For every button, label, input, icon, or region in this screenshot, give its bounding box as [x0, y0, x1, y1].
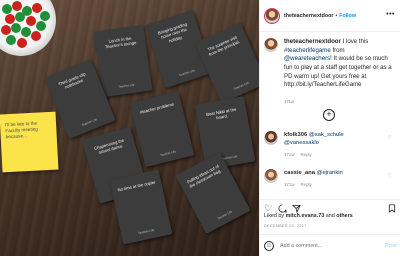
instagram-post: Lunch in the Teacher's lounge Teacher Li… — [0, 0, 400, 256]
candy — [6, 35, 16, 45]
caption-hashtag[interactable]: #teacherlifegame — [284, 47, 331, 54]
comment-mention[interactable]: @ejrankin — [317, 170, 343, 176]
candy — [1, 25, 11, 35]
avatar[interactable] — [264, 131, 278, 145]
candy — [2, 4, 12, 14]
comment-mention[interactable]: @sak_schule — [309, 132, 344, 138]
card-text: #teacher problems — [139, 101, 175, 115]
caption-url: http://bit.ly/TeacherLifeGame — [284, 81, 362, 89]
caption-time[interactable]: 171w — [284, 99, 294, 104]
comment: cassie_ana @ejrankin 171w Reply ♡ — [264, 169, 398, 187]
post-button[interactable]: Post — [385, 243, 397, 249]
comment: kfolk306 @sak_schule @vanessaklo 171w Repl… — [264, 131, 398, 157]
caption: theteachernextdoor I love this #teacherl… — [264, 38, 398, 108]
card-text: Chaperoning the school dance — [93, 137, 125, 156]
candy — [26, 16, 36, 26]
candy — [12, 1, 22, 11]
card-text: Lunch in the Teacher's lounge — [104, 35, 137, 50]
follow-button[interactable]: Follow — [339, 13, 356, 19]
candy — [31, 31, 41, 41]
card-logo: Teacher Life — [159, 149, 177, 158]
sticky-note: I'll be late to the Faculty meeting beca… — [0, 111, 59, 173]
comment-username[interactable]: kfolk306 — [284, 132, 307, 138]
game-card: Lunch in the Teacher's lounge Teacher Li… — [93, 24, 153, 98]
card-logo: Teacher Life — [178, 68, 196, 78]
card-text: Pulling ideas out of the classroom bag. — [186, 163, 223, 190]
likes-others[interactable]: others — [336, 213, 352, 219]
candy — [21, 27, 31, 37]
comment-heart-icon[interactable]: ♡ — [388, 135, 392, 141]
card-logo: Teacher Life — [118, 82, 135, 89]
load-more-comments-button[interactable]: + — [323, 109, 335, 121]
comment-heart-icon[interactable]: ♡ — [388, 173, 392, 179]
header-username[interactable]: theteachernextdoor — [284, 13, 333, 19]
post-header: theteachernextdoor • Follow ••• — [260, 0, 400, 32]
avatar[interactable] — [264, 38, 278, 52]
comment-username[interactable]: cassie_ana — [284, 170, 315, 176]
card-logo: Teacher Life — [216, 209, 233, 221]
post-photo[interactable]: Lunch in the Teacher's lounge Teacher Li… — [0, 0, 259, 256]
candy — [11, 23, 21, 33]
candy — [40, 11, 50, 21]
caption-mention[interactable]: @weareteachers — [284, 55, 330, 62]
heart-icon[interactable]: ♡ — [264, 204, 272, 213]
separator-dot: • — [335, 12, 338, 19]
bookmark-icon[interactable] — [388, 204, 396, 215]
comment-time[interactable]: 171w — [284, 152, 295, 157]
comment-input[interactable] — [280, 242, 370, 249]
card-logo: Teacher Life — [137, 227, 155, 236]
card-logo: Teacher Life — [232, 80, 250, 92]
caption-username[interactable]: theteachernextdoor — [284, 38, 341, 45]
comment-mention[interactable]: @vanessaklo — [284, 140, 319, 146]
caption-text: theteachernextdoor I love this #teacherl… — [284, 38, 392, 89]
card-text: The surprise visit from the principal. — [206, 34, 241, 58]
comment-text: kfolk306 @sak_schule @vanessaklo — [284, 131, 344, 147]
comment-meta: 171w Reply — [284, 182, 343, 187]
card-text: Bringing grading home over the holiday. — [157, 21, 188, 44]
card-logo: Teacher Life — [81, 117, 98, 128]
more-options-icon[interactable]: ••• — [386, 11, 395, 18]
avatar[interactable] — [264, 7, 280, 24]
card-text: Third grade clip notebooks — [57, 71, 87, 91]
avatar[interactable] — [264, 169, 278, 183]
candy — [15, 12, 25, 22]
comment-meta: 171w Reply — [284, 152, 344, 157]
card-text: Beat Nikki at the board. — [205, 106, 237, 121]
card-text: No time at the copier — [117, 179, 156, 193]
likes-summary: Liked by mitch.evans.73 and others — [264, 213, 353, 219]
reply-button[interactable]: Reply — [301, 152, 312, 157]
post-date[interactable]: DECEMBER 20, 2017 — [264, 224, 306, 228]
post-sidebar: theteachernextdoor • Follow ••• theteach… — [259, 0, 400, 256]
emoji-icon[interactable]: ☺ — [264, 240, 274, 251]
candy — [36, 21, 46, 31]
comment-text: cassie_ana @ejrankin — [284, 169, 343, 177]
add-comment-bar: ☺ Post — [260, 234, 400, 256]
likes-user[interactable]: mitch.evans.73 — [286, 213, 325, 219]
candy — [17, 38, 27, 48]
comment-time[interactable]: 171w — [284, 182, 295, 187]
reply-button[interactable]: Reply — [301, 182, 312, 187]
